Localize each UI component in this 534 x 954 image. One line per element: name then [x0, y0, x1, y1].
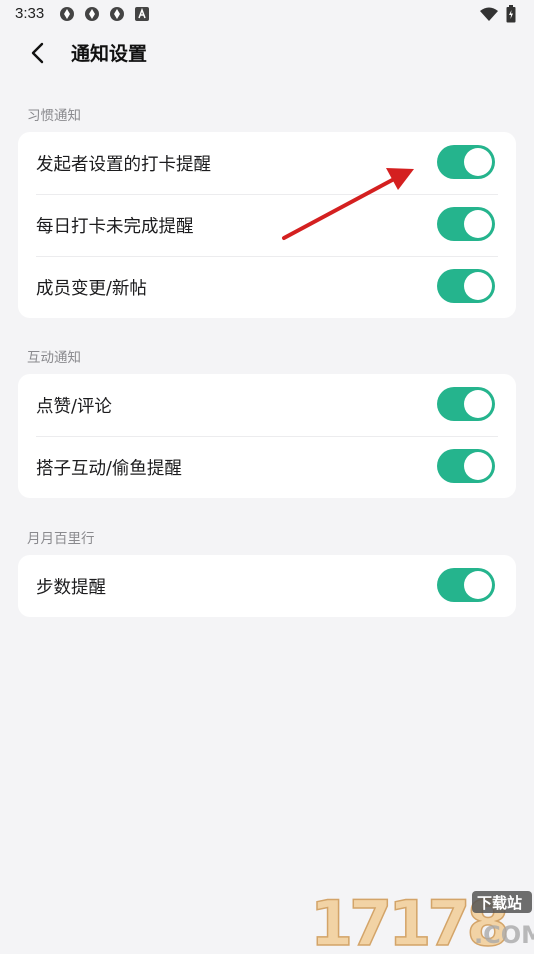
sync-icon [85, 7, 99, 21]
page-title: 通知设置 [71, 43, 148, 65]
toggle-switch[interactable] [437, 387, 495, 421]
setting-label: 每日打卡未完成提醒 [36, 217, 194, 237]
toggle-knob [464, 148, 492, 176]
setting-row-organizer-reminder[interactable]: 发起者设置的打卡提醒 [18, 132, 516, 194]
svg-text:下载站: 下载站 [477, 894, 522, 912]
card-monthly-walk: 步数提醒 [18, 555, 516, 617]
setting-label: 发起者设置的打卡提醒 [36, 155, 211, 175]
toggle-switch[interactable] [437, 207, 495, 241]
setting-label: 成员变更/新帖 [36, 279, 147, 299]
setting-label: 步数提醒 [36, 578, 106, 598]
chevron-left-icon [31, 42, 44, 64]
toggle-knob [464, 452, 492, 480]
setting-row-member-change[interactable]: 成员变更/新帖 [18, 256, 516, 318]
status-system-icons [480, 5, 520, 23]
watermark-17178-logo: 17178 下载站 .COM [309, 886, 534, 954]
svg-text:.COM: .COM [474, 921, 534, 949]
header: 通知设置 [0, 28, 534, 78]
setting-label: 点赞/评论 [36, 397, 112, 417]
wifi-icon [480, 7, 498, 21]
setting-label: 搭子互动/偷鱼提醒 [36, 459, 182, 479]
card-interaction-notifications: 点赞/评论 搭子互动/偷鱼提醒 [18, 374, 516, 498]
watermark-logo: 17178 下载站 .COM [309, 885, 534, 954]
toggle-switch[interactable] [437, 145, 495, 179]
toggle-knob [464, 272, 492, 300]
status-time: 3:33 [15, 5, 45, 22]
section-label-habit: 习惯通知 [27, 108, 81, 124]
section-label-interaction: 互动通知 [27, 350, 81, 366]
toggle-knob [464, 210, 492, 238]
setting-row-like-comment[interactable]: 点赞/评论 [18, 374, 516, 436]
status-bar: 3:33 [0, 0, 534, 28]
sync-icon [110, 7, 124, 21]
setting-row-buddy-interaction[interactable]: 搭子互动/偷鱼提醒 [18, 436, 516, 498]
toggle-switch[interactable] [437, 449, 495, 483]
section-label-monthly-walk: 月月百里行 [27, 531, 95, 547]
toggle-knob [464, 571, 492, 599]
setting-row-daily-incomplete-reminder[interactable]: 每日打卡未完成提醒 [18, 194, 516, 256]
battery-icon [506, 5, 516, 23]
toggle-switch[interactable] [437, 269, 495, 303]
setting-row-step-reminder[interactable]: 步数提醒 [18, 555, 516, 617]
sync-icon [60, 7, 74, 21]
toggle-knob [464, 390, 492, 418]
card-habit-notifications: 发起者设置的打卡提醒 每日打卡未完成提醒 成员变更/新帖 [18, 132, 516, 318]
back-button[interactable] [24, 38, 54, 68]
font-a-icon [135, 7, 149, 21]
toggle-switch[interactable] [437, 568, 495, 602]
